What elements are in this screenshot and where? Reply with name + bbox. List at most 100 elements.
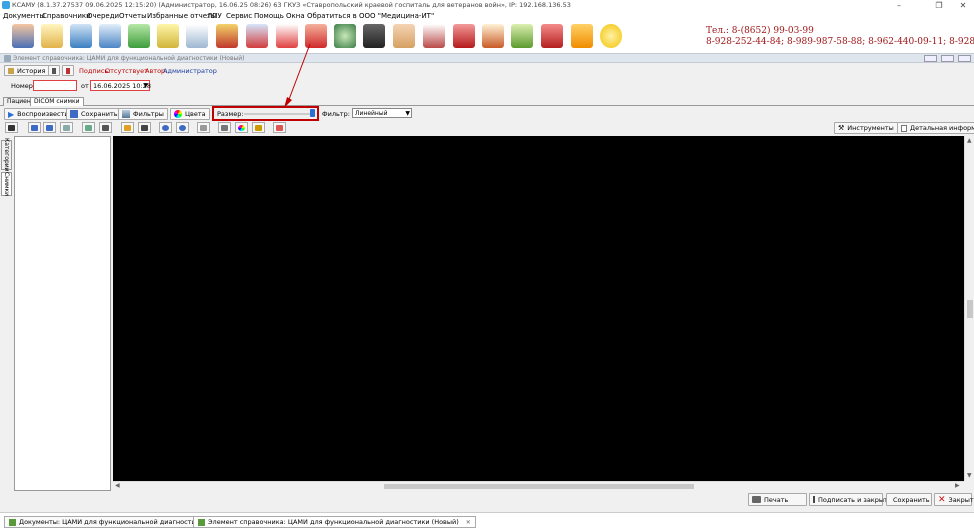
eraser-button[interactable] <box>273 122 286 133</box>
panel-icon <box>8 124 15 131</box>
menu-directories[interactable]: Справочники <box>42 12 91 20</box>
dicom-save-button[interactable]: Сохранить <box>66 108 122 120</box>
side-tab-strip: Категории Снимки <box>0 136 14 491</box>
syringe-icon[interactable] <box>186 24 208 48</box>
folder-button[interactable] <box>121 122 134 133</box>
tab-categories[interactable]: Категории <box>1 138 12 172</box>
doctor-icon[interactable] <box>12 24 34 48</box>
minimize-button[interactable]: – <box>888 0 910 11</box>
histogram-button[interactable] <box>218 122 231 133</box>
tab-images[interactable]: Снимки <box>1 172 12 196</box>
image-tools-toolbar: ⚒ Инструменты Детальная информация <box>0 121 974 135</box>
document-icon[interactable] <box>70 24 92 48</box>
taskbar-item-documents[interactable]: Документы: ЦАМИ для функциональной диагн… <box>4 516 221 528</box>
filter-select[interactable]: Линейный ▼ <box>352 108 412 118</box>
vertical-scroll-thumb[interactable] <box>967 300 973 318</box>
date-dropdown-icon[interactable]: ▼ <box>143 81 148 91</box>
barcode-scanner-icon[interactable] <box>363 24 385 48</box>
chevron-down-icon: ▼ <box>405 110 410 117</box>
printer-icon <box>752 496 761 503</box>
play-button[interactable]: ▶ Воспроизвести <box>4 108 73 120</box>
page-button[interactable] <box>60 122 73 133</box>
menu-documents[interactable]: Документы <box>3 12 45 20</box>
subwindow-close-button[interactable] <box>958 55 971 62</box>
tools-icon: ⚒ <box>838 124 845 132</box>
menu-windows[interactable]: Окна <box>286 12 305 20</box>
dicom-viewer[interactable] <box>113 136 964 481</box>
notebook-icon[interactable] <box>41 24 63 48</box>
globe-icon[interactable] <box>334 24 356 48</box>
print-preview-icon <box>200 124 207 131</box>
number-date-row: Номер: от 16.06.2025 10:28 ▼ <box>0 78 974 93</box>
qr-code-button[interactable] <box>48 65 60 76</box>
tools-button[interactable]: ⚒ Инструменты <box>834 122 898 134</box>
filter-icon <box>122 110 130 118</box>
thermometer-icon[interactable] <box>423 24 445 48</box>
print-button[interactable]: Печать <box>748 493 807 506</box>
redo-button[interactable] <box>43 122 56 133</box>
scroll-down-icon[interactable]: ▼ <box>967 472 972 479</box>
menu-contact[interactable]: Обратиться в ООО "Медицина-ИТ" <box>307 12 434 20</box>
gallery-icon <box>102 124 109 131</box>
details-icon <box>901 124 907 132</box>
subwindow-minimize-button[interactable] <box>924 55 937 62</box>
horizontal-scroll-thumb[interactable] <box>384 484 694 489</box>
close-button[interactable]: ✕ Закрыть <box>934 493 974 506</box>
taskbar-item-element[interactable]: Элемент справочника: ЦАМИ для функционал… <box>193 516 476 528</box>
zoom-out-icon <box>179 124 186 131</box>
search-calendar-icon[interactable] <box>246 24 268 48</box>
document-view-button[interactable] <box>138 122 151 133</box>
chat-bubble-icon[interactable] <box>600 24 622 48</box>
lock-icon[interactable] <box>571 24 593 48</box>
red-book-icon[interactable] <box>453 24 475 48</box>
calendar-icon[interactable] <box>216 24 238 48</box>
scroll-right-icon[interactable]: ▶ <box>955 482 960 489</box>
sign-document-button[interactable] <box>62 65 74 76</box>
restore-button[interactable]: ❐ <box>928 0 950 11</box>
gallery-button[interactable] <box>99 122 112 133</box>
palette-button[interactable] <box>235 122 248 133</box>
undo-button[interactable] <box>28 122 41 133</box>
document-view-icon <box>141 124 148 131</box>
date-input[interactable]: 16.06.2025 10:28 ▼ <box>90 80 151 91</box>
zoom-in-button[interactable] <box>159 122 172 133</box>
close-window-button[interactable]: ✕ <box>952 0 974 11</box>
print-preview-button[interactable] <box>197 122 210 133</box>
horizontal-scrollbar[interactable]: ◀ ▶ <box>113 481 964 490</box>
nurse-icon[interactable] <box>393 24 415 48</box>
dicom-toolbar: ▶ Воспроизвести Сохранить Фильтры Цвета … <box>0 106 974 121</box>
calendar-check-icon[interactable] <box>482 24 504 48</box>
menu-service[interactable]: Сервис <box>226 12 252 20</box>
menu-reports[interactable]: Отчеты <box>119 12 147 20</box>
images-list-panel[interactable] <box>14 136 111 491</box>
taskbar-close-icon[interactable]: ✕ <box>466 519 471 526</box>
add-user-icon[interactable] <box>128 24 150 48</box>
scroll-left-icon[interactable]: ◀ <box>115 482 120 489</box>
image-button[interactable] <box>82 122 95 133</box>
contact-card-icon[interactable] <box>99 24 121 48</box>
history-button[interactable]: История <box>4 65 50 76</box>
menu-queues[interactable]: Очереди <box>87 12 119 20</box>
menu-lpu[interactable]: ЛПУ <box>207 12 222 20</box>
tab-dicom[interactable]: DICOM снимки <box>30 97 84 106</box>
zoom-out-button[interactable] <box>176 122 189 133</box>
folder-icon <box>124 124 131 131</box>
sign-and-close-button[interactable]: Подписать и закрыть <box>809 493 892 506</box>
grid-button[interactable] <box>252 122 265 133</box>
filters-button[interactable]: Фильтры <box>118 108 168 120</box>
details-button[interactable]: Детальная информация <box>897 122 974 134</box>
save-button[interactable]: Сохранить <box>886 493 932 506</box>
scroll-up-icon[interactable]: ▲ <box>967 137 972 144</box>
toggle-panel-button[interactable] <box>5 122 18 133</box>
size-slider-track[interactable] <box>244 113 310 115</box>
pdf-book-icon[interactable] <box>541 24 563 48</box>
page-icon <box>63 124 70 131</box>
vertical-scrollbar[interactable]: ▲ ▼ <box>964 136 974 481</box>
menu-help[interactable]: Помощь <box>254 12 284 20</box>
colors-button[interactable]: Цвета <box>170 108 210 120</box>
subwindow-restore-button[interactable] <box>941 55 954 62</box>
image-icon <box>85 124 92 131</box>
certificate-icon[interactable] <box>511 24 533 48</box>
edit-notes-icon[interactable] <box>157 24 179 48</box>
number-input[interactable] <box>33 80 77 91</box>
